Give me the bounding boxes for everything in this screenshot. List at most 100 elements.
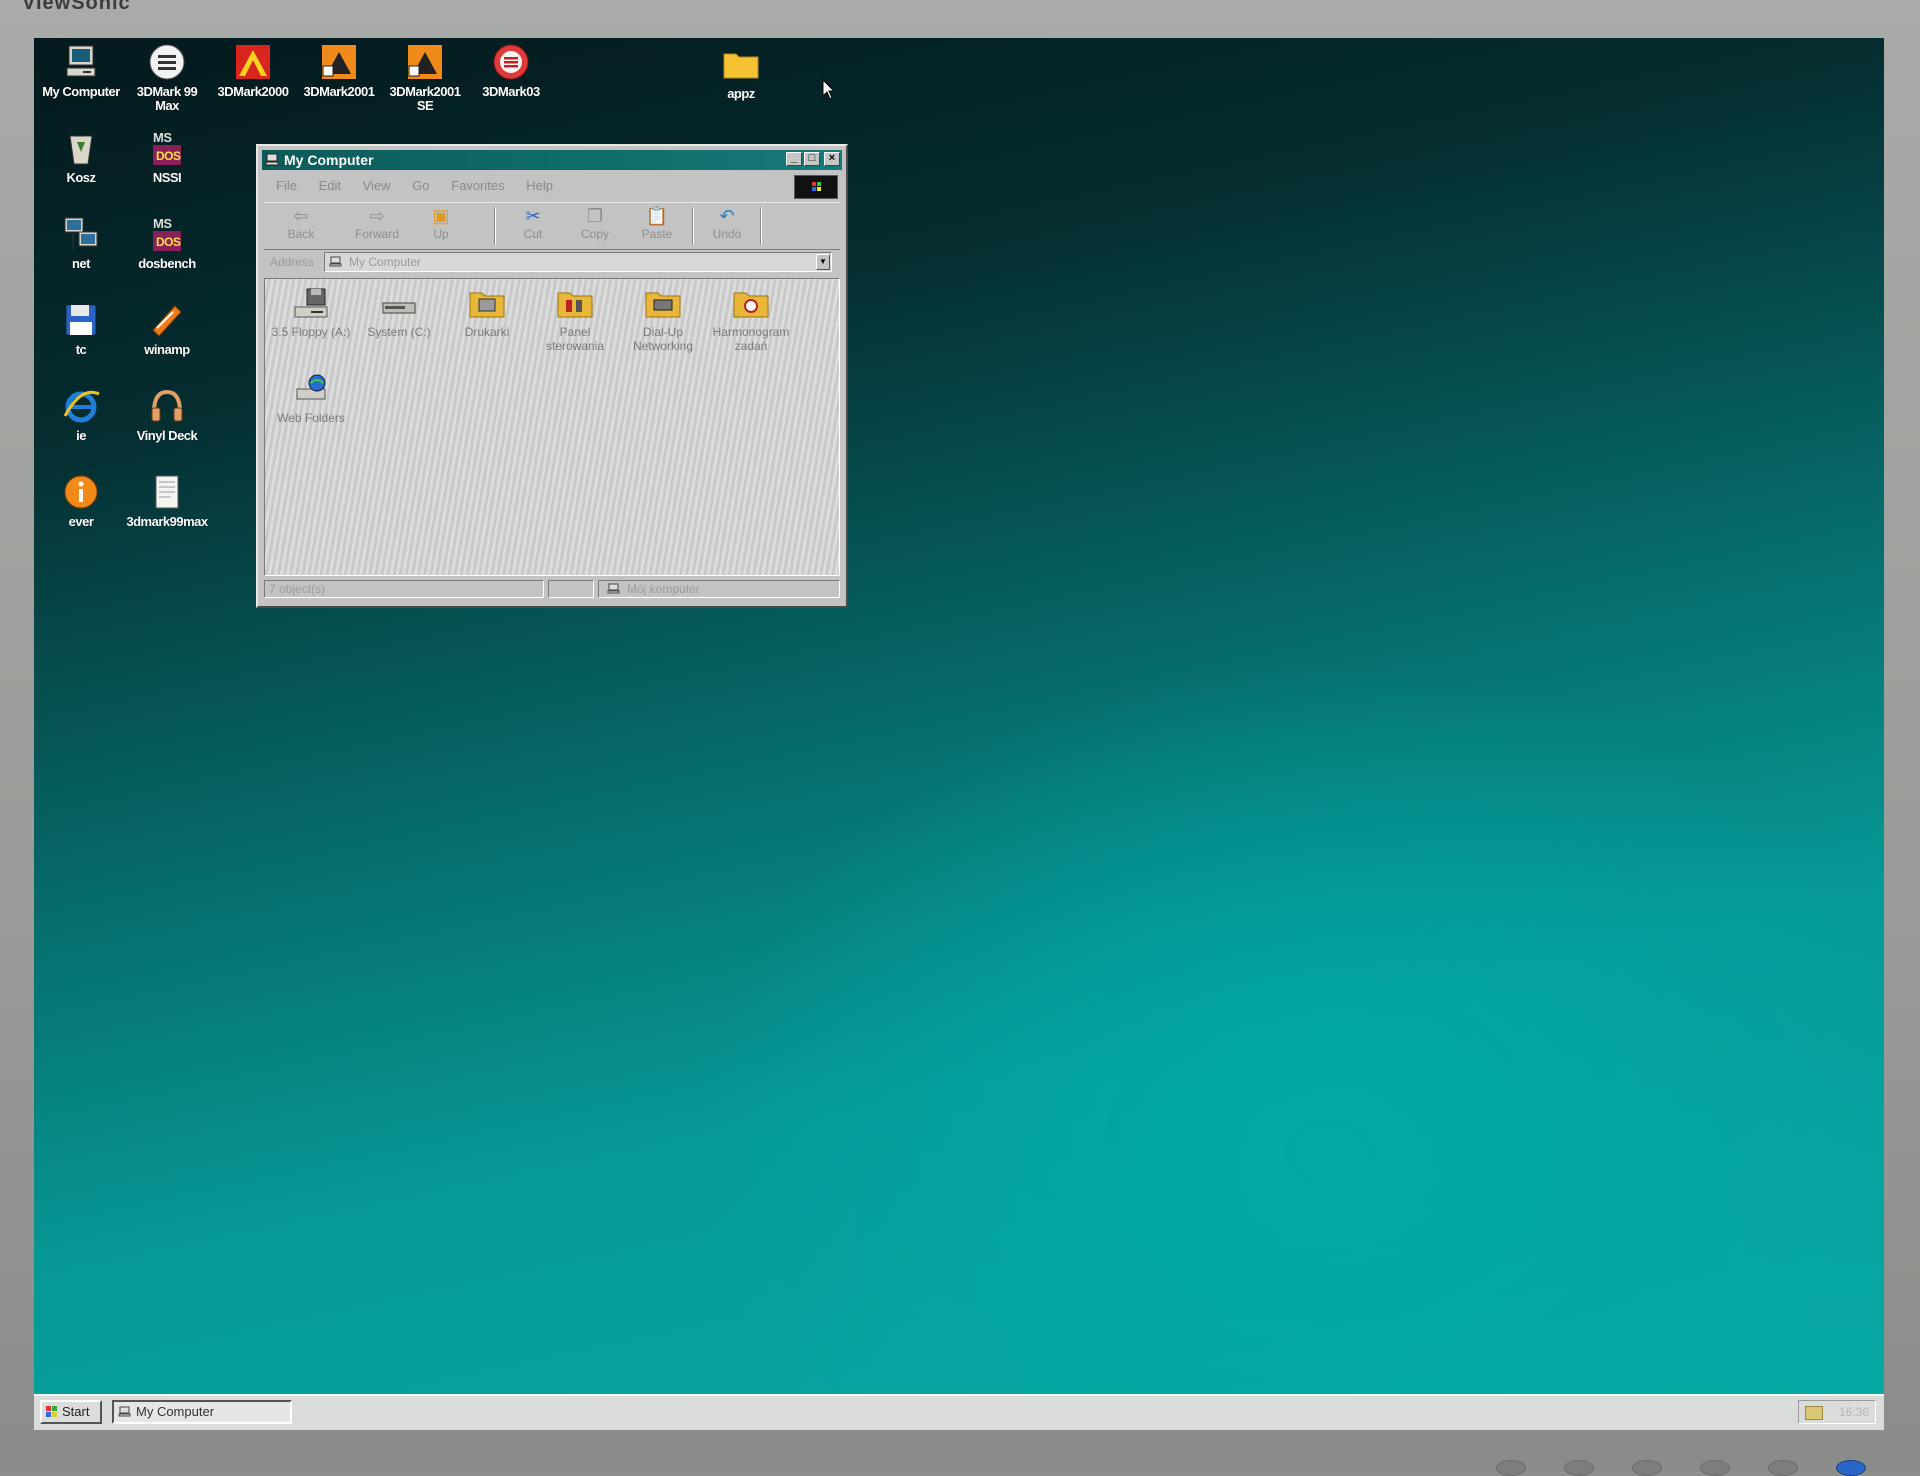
desktop-icon-3dmark99max[interactable]: 3dmark99max xyxy=(124,472,210,529)
toolbar-separator xyxy=(692,207,694,245)
monitor-button xyxy=(1632,1460,1662,1476)
desktop-icon-3dmark-2001se[interactable]: 3DMark2001 SE xyxy=(382,42,468,113)
desktop-icon-dosbench[interactable]: MS DOS dosbench xyxy=(124,214,210,271)
desktop-icon-3dmark-2001[interactable]: 3DMark2001 xyxy=(296,42,382,99)
desktop-icon-ie[interactable]: ie xyxy=(38,386,124,443)
hard-drive-icon xyxy=(379,285,419,323)
internet-explorer-icon xyxy=(61,386,101,426)
taskbar-item-my-computer[interactable]: My Computer xyxy=(112,1400,292,1424)
my-computer-small-icon xyxy=(265,153,279,166)
menu-file[interactable]: File xyxy=(276,178,297,193)
desktop: My Computer 3DMark 99 Max 3DMark2000 3DM… xyxy=(34,38,1884,1430)
desktop-icon-appz[interactable]: appz xyxy=(698,44,784,101)
menu-go[interactable]: Go xyxy=(412,178,429,193)
menu-favorites[interactable]: Favorites xyxy=(451,178,504,193)
3dmark-99-icon xyxy=(147,42,187,82)
desktop-icon-winamp[interactable]: winamp xyxy=(124,300,210,357)
menu-edit[interactable]: Edit xyxy=(319,178,341,193)
minimize-button[interactable]: _ xyxy=(786,152,802,166)
address-bar: Address My Computer ▼ xyxy=(264,250,840,274)
3dmark-03-icon xyxy=(491,42,531,82)
desktop-icon-net[interactable]: net xyxy=(38,214,124,271)
status-object-count: 7 object(s) xyxy=(264,580,544,598)
forward-button[interactable]: ⇨ Forward xyxy=(348,205,406,247)
3dmark-2000-icon xyxy=(233,42,273,82)
svg-text:DOS: DOS xyxy=(156,235,181,249)
cut-button[interactable]: ✂ Cut xyxy=(504,205,562,247)
folder-icon xyxy=(721,44,761,84)
desktop-icon-tc[interactable]: tc xyxy=(38,300,124,357)
system-tray: 16:36 xyxy=(1798,1400,1876,1424)
monitor-button xyxy=(1496,1460,1526,1476)
svg-text:MS: MS xyxy=(153,130,172,145)
window-title: My Computer xyxy=(284,152,374,168)
3dmark-2001-icon xyxy=(319,42,359,82)
paste-button[interactable]: 📋 Paste xyxy=(628,205,686,247)
taskbar: Start My Computer 16:36 xyxy=(34,1394,1884,1430)
address-label: Address xyxy=(270,255,315,269)
back-arrow-icon: ⇦ xyxy=(293,206,309,226)
window-titlebar[interactable]: My Computer _ □ × xyxy=(262,150,842,170)
monitor-button xyxy=(1768,1460,1798,1476)
my-computer-window[interactable]: My Computer _ □ × File Edit View Go Favo… xyxy=(256,144,848,608)
floppy-drive-icon xyxy=(291,285,331,323)
monitor-power-button xyxy=(1836,1460,1866,1476)
item-dialup-networking[interactable]: Dial-Up Networking xyxy=(621,285,705,353)
undo-icon: ↶ xyxy=(719,206,735,226)
desktop-icon-ever[interactable]: ever xyxy=(38,472,124,529)
monitor-button xyxy=(1564,1460,1594,1476)
maximize-button[interactable]: □ xyxy=(804,152,820,166)
forward-arrow-icon: ⇨ xyxy=(369,206,385,226)
undo-button[interactable]: ↶ Undo xyxy=(698,205,756,247)
desktop-icon-3dmark-03[interactable]: 3DMark03 xyxy=(468,42,554,99)
monitor-brand: ViewSonic xyxy=(22,0,131,14)
3dmark-2001se-icon xyxy=(405,42,445,82)
item-system-drive[interactable]: System (C:) xyxy=(357,285,441,339)
address-dropdown-button[interactable]: ▼ xyxy=(816,254,830,270)
desktop-icon-my-computer[interactable]: My Computer xyxy=(38,42,124,99)
clock[interactable]: 16:36 xyxy=(1839,1405,1869,1419)
item-floppy-drive[interactable]: 3.5 Floppy (A:) xyxy=(269,285,353,339)
my-computer-small-icon xyxy=(329,256,342,267)
back-button[interactable]: ⇦ Back xyxy=(272,205,330,247)
folder-content: 3.5 Floppy (A:) System (C:) Drukarki Pan… xyxy=(264,278,840,576)
item-scheduled-tasks[interactable]: Harmonogram zadań xyxy=(709,285,793,353)
monitor-bezel: ViewSonic My Computer 3DMark 99 Max 3DMa… xyxy=(0,0,1920,1476)
desktop-icon-nssi[interactable]: MS DOS NSSI xyxy=(124,128,210,185)
dialup-networking-icon xyxy=(643,285,683,323)
desktop-icon-3dmark-2000[interactable]: 3DMark2000 xyxy=(210,42,296,99)
monitor-buttons xyxy=(1480,1456,1900,1476)
everest-info-icon xyxy=(61,472,101,512)
address-input[interactable]: My Computer ▼ xyxy=(324,252,832,272)
menu-view[interactable]: View xyxy=(363,178,391,193)
network-icon xyxy=(61,214,101,254)
menu-bar: File Edit View Go Favorites Help xyxy=(264,174,840,199)
item-printers[interactable]: Drukarki xyxy=(445,285,529,339)
desktop-icon-vinyl-deck[interactable]: Vinyl Deck xyxy=(124,386,210,443)
desktop-icon-3dmark-99[interactable]: 3DMark 99 Max xyxy=(124,42,210,113)
desktop-icon-kosz[interactable]: Kosz xyxy=(38,128,124,185)
item-web-folders[interactable]: Web Folders xyxy=(269,371,353,425)
paste-icon: 📋 xyxy=(645,206,669,226)
my-computer-icon xyxy=(61,42,101,82)
copy-icon: ❐ xyxy=(586,206,604,226)
headphones-icon xyxy=(147,386,187,426)
mouse-cursor-icon xyxy=(822,79,836,100)
monitor-button xyxy=(1700,1460,1730,1476)
status-location: Mój komputer xyxy=(598,580,840,598)
tray-volume-icon[interactable] xyxy=(1805,1406,1823,1420)
close-button[interactable]: × xyxy=(824,152,840,166)
ms-dos-icon: MS DOS xyxy=(147,128,187,168)
status-panel xyxy=(548,580,594,598)
item-control-panel[interactable]: Panel sterowania xyxy=(533,285,617,353)
start-button[interactable]: Start xyxy=(40,1400,102,1424)
my-computer-small-icon xyxy=(118,1406,131,1417)
windows-flag-icon xyxy=(46,1406,57,1417)
up-button[interactable]: ▣ Up xyxy=(412,205,470,247)
windows-logo-icon xyxy=(794,175,838,199)
ms-dos-icon: MS DOS xyxy=(147,214,187,254)
toolbar-separator xyxy=(494,207,496,245)
menu-help[interactable]: Help xyxy=(526,178,553,193)
floppy-disk-icon xyxy=(61,300,101,340)
copy-button[interactable]: ❐ Copy xyxy=(566,205,624,247)
